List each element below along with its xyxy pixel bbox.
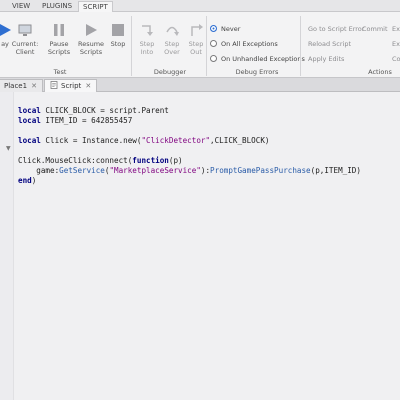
debugger-group-label: Debugger: [153, 68, 187, 76]
radio-on-unhandled-exceptions[interactable]: On Unhandled Exceptions: [210, 54, 305, 64]
current-client-button[interactable]: Current: Client: [8, 22, 42, 56]
apply-edits-button[interactable]: Apply Edits: [308, 55, 344, 63]
menu-plugins[interactable]: PLUGINS: [38, 1, 76, 12]
ribbon-toolbar: ay Current: Client Pause Scripts Resume …: [0, 12, 400, 78]
fold-arrow-icon[interactable]: ▼: [6, 145, 11, 152]
code-line[interactable]: [18, 146, 361, 156]
radio-on-all-exceptions[interactable]: On All Exceptions: [210, 39, 278, 49]
group-divider: [300, 16, 301, 76]
menu-bar: VIEW PLUGINS SCRIPT: [0, 0, 400, 12]
menu-script[interactable]: SCRIPT: [78, 1, 113, 12]
go-to-script-error-button[interactable]: Go to Script Error: [308, 25, 364, 33]
step-into-icon: [142, 25, 153, 36]
menu-view[interactable]: VIEW: [8, 1, 34, 12]
script-icon: [50, 81, 58, 89]
client-monitor-icon: [18, 24, 32, 36]
code-line[interactable]: local ITEM_ID = 642855457: [18, 116, 361, 126]
pause-scripts-button[interactable]: Pause Scripts: [42, 22, 76, 56]
code-line[interactable]: game:GetService("MarketplaceService"):Pr…: [18, 166, 361, 176]
editor-gutter: [0, 92, 14, 400]
close-icon[interactable]: ✕: [31, 82, 37, 90]
code-editor[interactable]: ▼ local CLICK_BLOCK = script.Parent local…: [0, 92, 400, 400]
action-button-partial[interactable]: Ex: [392, 40, 400, 48]
resume-icon: [86, 24, 97, 36]
action-button-partial[interactable]: Co: [392, 55, 400, 63]
test-group-label: Test: [53, 68, 67, 76]
debug-errors-group-label: Debug Errors: [235, 68, 279, 76]
step-out-icon: [191, 24, 203, 36]
close-icon[interactable]: ✕: [85, 82, 91, 90]
editor-tab-bar: Place1 ✕ Script ✕: [0, 78, 400, 92]
actions-group-label: Actions: [368, 68, 392, 76]
code-line[interactable]: end): [18, 176, 361, 186]
code-line[interactable]: local Click = Instance.new("ClickDetecto…: [18, 136, 361, 146]
radio-unselected-icon: [210, 40, 217, 47]
radio-never[interactable]: Never: [210, 24, 240, 34]
radio-unselected-icon: [210, 55, 217, 62]
radio-selected-icon: [210, 25, 217, 32]
tab-script[interactable]: Script ✕: [44, 79, 98, 92]
reload-script-button[interactable]: Reload Script: [308, 40, 351, 48]
code-text[interactable]: local CLICK_BLOCK = script.Parent local I…: [18, 106, 361, 186]
commit-button[interactable]: Commit: [362, 25, 388, 33]
step-over-icon: [166, 26, 179, 36]
code-line[interactable]: local CLICK_BLOCK = script.Parent: [18, 106, 361, 116]
pause-icon: [54, 24, 64, 36]
tab-place1[interactable]: Place1 ✕: [0, 79, 43, 92]
code-line[interactable]: Click.MouseClick:connect(function(p): [18, 156, 361, 166]
action-button-partial[interactable]: Ex: [392, 25, 400, 33]
group-divider: [206, 16, 207, 76]
code-line[interactable]: [18, 126, 361, 136]
step-out-button[interactable]: Step Out: [179, 22, 213, 56]
stop-icon: [112, 24, 124, 36]
